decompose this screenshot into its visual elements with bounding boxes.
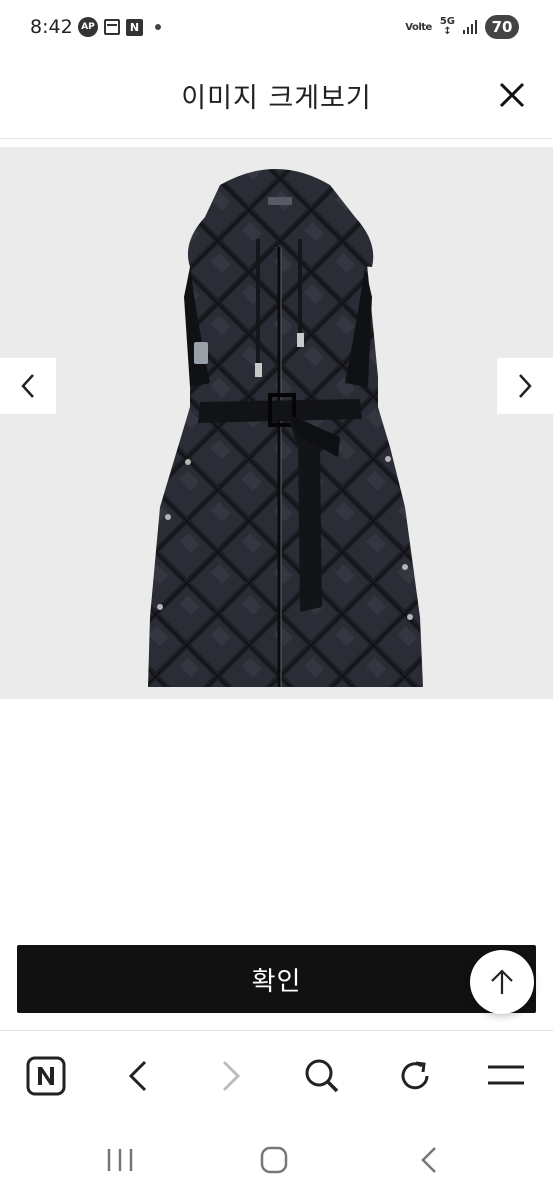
search-icon xyxy=(305,1059,339,1093)
refresh-button[interactable] xyxy=(392,1053,438,1099)
status-indicators: Volte 5G ↕ 70 xyxy=(405,15,519,39)
chevron-left-icon xyxy=(21,374,34,398)
close-icon xyxy=(499,82,525,108)
forward-button[interactable] xyxy=(208,1053,254,1099)
browser-toolbar xyxy=(0,1030,553,1123)
ap-badge-icon: AP xyxy=(78,17,98,37)
refresh-icon xyxy=(401,1061,429,1090)
page-title: 이미지 크게보기 xyxy=(181,83,372,114)
notification-icons: AP N xyxy=(78,17,161,37)
home-icon xyxy=(260,1146,288,1174)
network-label: 5G xyxy=(439,16,455,27)
back-icon xyxy=(128,1060,147,1092)
system-back-icon xyxy=(421,1147,436,1173)
recent-apps-button[interactable] xyxy=(95,1140,145,1180)
arrow-up-icon xyxy=(491,969,513,994)
status-bar: 8:42 AP N Volte 5G ↕ 70 xyxy=(0,0,553,56)
menu-icon xyxy=(488,1065,524,1085)
scroll-top-button[interactable] xyxy=(470,950,534,1014)
confirm-button[interactable]: 확인 xyxy=(17,945,536,1013)
dot-icon xyxy=(155,24,161,30)
back-button[interactable] xyxy=(115,1053,161,1099)
calendar-icon xyxy=(104,19,120,35)
naver-n-icon: N xyxy=(126,18,143,36)
volte-indicator: Volte xyxy=(405,21,432,33)
naver-home-icon xyxy=(26,1056,66,1096)
status-time: 8:42 xyxy=(30,16,73,38)
system-back-button[interactable] xyxy=(404,1140,454,1180)
search-button[interactable] xyxy=(299,1053,345,1099)
header: 이미지 크게보기 xyxy=(0,56,553,139)
network-5g-icon: 5G ↕ xyxy=(439,16,455,37)
signal-icon xyxy=(463,20,477,34)
forward-icon xyxy=(222,1060,241,1092)
next-image-button[interactable] xyxy=(497,358,553,414)
prev-image-button[interactable] xyxy=(0,358,56,414)
recent-apps-icon xyxy=(107,1149,133,1171)
naver-home-button[interactable] xyxy=(23,1053,69,1099)
system-nav-bar xyxy=(0,1122,553,1200)
image-viewer[interactable] xyxy=(0,147,553,699)
chevron-right-icon xyxy=(519,374,532,398)
home-button[interactable] xyxy=(249,1140,299,1180)
battery-indicator: 70 xyxy=(485,15,519,39)
product-image xyxy=(148,169,423,687)
menu-button[interactable] xyxy=(483,1053,529,1099)
close-button[interactable] xyxy=(497,80,527,110)
